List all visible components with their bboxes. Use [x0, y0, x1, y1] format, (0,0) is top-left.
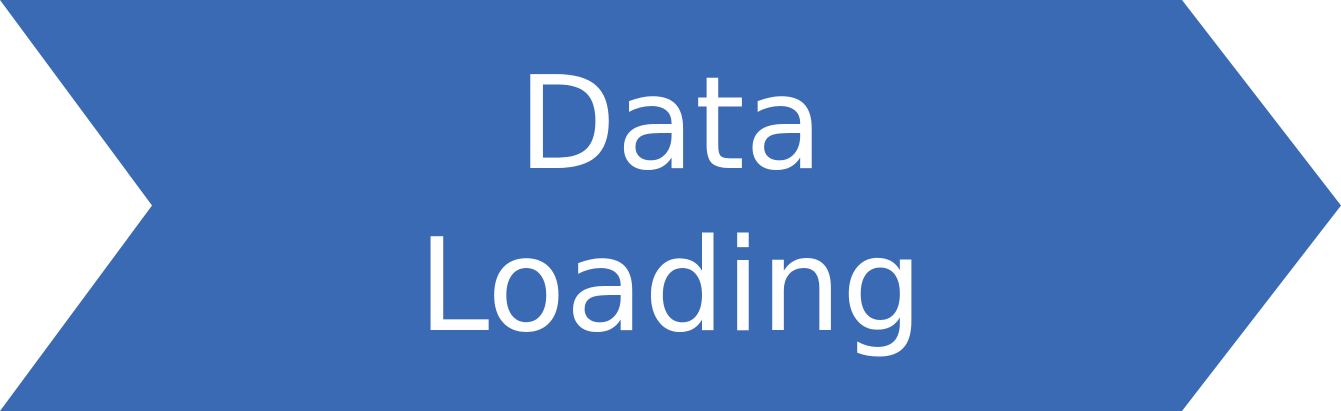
chevron-arrow-shape [0, 0, 1341, 411]
chevron-arrow-fill [0, 0, 1341, 411]
process-step-chevron: Data Loading [0, 0, 1341, 411]
